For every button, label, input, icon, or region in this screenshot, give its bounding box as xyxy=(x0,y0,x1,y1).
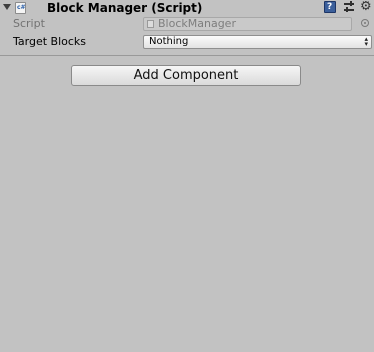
script-file-icon xyxy=(147,20,154,28)
add-component-button[interactable]: Add Component xyxy=(71,65,301,86)
script-label: Script xyxy=(13,17,45,30)
script-value: BlockManager xyxy=(158,17,236,30)
target-blocks-label: Target Blocks xyxy=(13,35,87,48)
script-row: Script BlockManager xyxy=(0,16,374,32)
component-separator xyxy=(0,55,374,56)
foldout-arrow-icon[interactable] xyxy=(3,4,11,10)
help-glyph: ? xyxy=(327,2,333,12)
component-header[interactable]: c# Block Manager (Script) ? ⚙ xyxy=(0,0,374,16)
script-icon: c# xyxy=(15,2,26,14)
help-book-icon[interactable]: ? xyxy=(324,1,336,13)
target-blocks-dropdown[interactable]: Nothing ▴ ▾ xyxy=(143,35,372,49)
target-blocks-value: Nothing xyxy=(149,36,189,47)
component-title: Block Manager (Script) xyxy=(47,1,203,15)
script-icon-glyph: c# xyxy=(17,4,26,11)
dropdown-arrows-icon: ▴ ▾ xyxy=(364,35,368,48)
object-picker-icon xyxy=(361,19,369,27)
presets-sliders-icon[interactable] xyxy=(344,1,355,13)
target-blocks-row: Target Blocks Nothing ▴ ▾ xyxy=(0,34,374,50)
inspector-panel: c# Block Manager (Script) ? ⚙ Script Blo… xyxy=(0,0,374,352)
gear-icon[interactable]: ⚙ xyxy=(360,1,374,13)
script-object-field: BlockManager xyxy=(143,17,352,31)
